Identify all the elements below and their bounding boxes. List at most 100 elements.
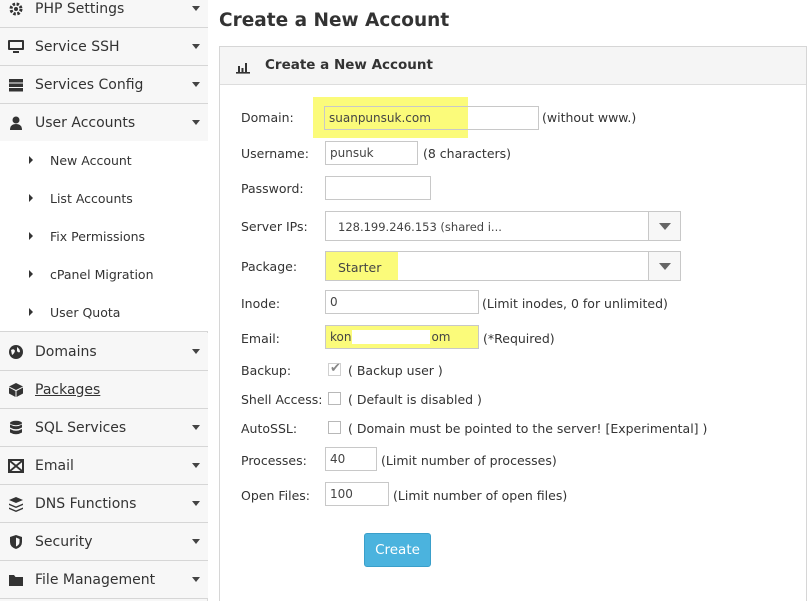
chevron-down-icon [192, 82, 200, 87]
sidebar-item-label: Security [35, 533, 93, 550]
open-files-input[interactable]: 100 [325, 482, 389, 506]
shell-access-label: Shell Access: [241, 392, 323, 407]
submenu-item-user-quota[interactable]: User Quota [0, 293, 208, 331]
sidebar-item-email[interactable]: Email [0, 447, 208, 485]
sidebar-item-domains[interactable]: Domains [0, 333, 208, 371]
sidebar-item-security[interactable]: Security [0, 523, 208, 561]
sidebar-item-sql-services[interactable]: SQL Services [0, 409, 208, 447]
open-files-value: 100 [330, 487, 353, 501]
chevron-down-icon [192, 120, 200, 125]
chevron-right-icon [29, 194, 33, 202]
checkmark-icon: ✔ [330, 361, 341, 376]
open-files-note: (Limit number of open files) [393, 488, 568, 503]
server-ips-label: Server IPs: [241, 219, 308, 234]
submenu-item-fix-permissions[interactable]: Fix Permissions [0, 217, 208, 255]
sidebar-item-label: Packages [35, 381, 101, 398]
domain-value: suanpunsuk.com [329, 111, 431, 125]
submenu-item-label: New Account [50, 152, 132, 168]
shell-access-note: ( Default is disabled ) [348, 392, 482, 407]
username-note: (8 characters) [423, 146, 512, 161]
email-label: Email: [241, 331, 280, 346]
sidebar-item-label: Domains [35, 343, 97, 360]
sidebar-item-dns-functions[interactable]: DNS Functions [0, 485, 208, 523]
user-icon [7, 114, 25, 132]
sidebar-item-label: SQL Services [35, 419, 127, 436]
panel-title: Create a New Account [265, 57, 433, 73]
inode-input[interactable]: 0 [325, 290, 479, 314]
open-files-label: Open Files: [241, 488, 311, 503]
package-label: Package: [241, 259, 298, 274]
globe-icon [7, 343, 25, 361]
submenu-item-label: Fix Permissions [50, 228, 146, 244]
database-icon [7, 419, 25, 437]
submenu-item-cpanel-migration[interactable]: cPanel Migration [0, 255, 208, 293]
chevron-down-icon [192, 425, 200, 430]
domain-input[interactable]: suanpunsuk.com [324, 106, 539, 130]
chevron-right-icon [29, 308, 33, 316]
inode-value: 0 [330, 295, 338, 309]
chevron-down-icon [192, 6, 200, 11]
shell-access-checkbox[interactable] [328, 392, 341, 405]
password-label: Password: [241, 181, 304, 196]
chevron-right-icon [29, 156, 33, 164]
submenu-item-new-account[interactable]: New Account [0, 141, 208, 179]
autossl-note: ( Domain must be pointed to the server! … [348, 421, 708, 436]
folder-icon [7, 571, 25, 589]
chevron-down-icon [192, 539, 200, 544]
sidebar-item-service-ssh[interactable]: Service SSH [0, 28, 208, 66]
server-icon [7, 76, 25, 94]
password-input[interactable] [325, 176, 431, 200]
username-value: punsuk [330, 146, 374, 160]
sidebar-item-user-accounts[interactable]: User Accounts [0, 104, 208, 142]
submenu-item-label: cPanel Migration [50, 266, 154, 282]
domain-label: Domain: [241, 110, 294, 125]
package-value: Starter [338, 260, 382, 275]
chevron-down-icon[interactable] [648, 252, 680, 280]
monitor-icon [7, 38, 25, 56]
submenu-item-list-accounts[interactable]: List Accounts [0, 179, 208, 217]
chevron-down-icon [192, 577, 200, 582]
username-input[interactable]: punsuk [325, 141, 418, 165]
chevron-down-icon [192, 44, 200, 49]
email-redaction [352, 330, 431, 344]
panel-header: Create a New Account [220, 47, 806, 85]
chevron-right-icon [29, 270, 33, 278]
sidebar-item-services-config[interactable]: Services Config [0, 66, 208, 104]
sidebar-item-label: Service SSH [35, 38, 120, 55]
backup-label: Backup: [241, 363, 292, 378]
chevron-right-icon [29, 232, 33, 240]
inode-label: Inode: [241, 296, 281, 311]
create-button[interactable]: Create [364, 533, 431, 567]
email-value-end: om [431, 330, 451, 344]
sidebar-item-label: Services Config [35, 76, 144, 93]
submenu-item-label: List Accounts [50, 190, 133, 206]
sidebar-item-label: Email [35, 457, 74, 474]
chevron-down-icon [192, 349, 200, 354]
sidebar-item-packages[interactable]: Packages [0, 371, 208, 409]
backup-note: ( Backup user ) [348, 363, 443, 378]
sidebar-item-file-management[interactable]: File Management [0, 561, 208, 599]
processes-note: (Limit number of processes) [381, 453, 557, 468]
gear-icon [7, 0, 25, 18]
autossl-checkbox[interactable] [328, 421, 341, 434]
sidebar-item-label: User Accounts [35, 114, 136, 131]
server-ips-value: 128.199.246.153 (shared i... [338, 220, 502, 234]
chevron-down-icon[interactable] [648, 212, 680, 240]
email-input[interactable]: kon om [325, 325, 479, 349]
email-note: (*Required) [483, 331, 555, 346]
backup-checkbox[interactable]: ✔ [328, 361, 341, 376]
sidebar-item-label: PHP Settings [35, 0, 125, 17]
box-icon [7, 381, 25, 399]
server-ips-select[interactable]: 128.199.246.153 (shared i... [325, 211, 681, 241]
processes-value: 40 [330, 452, 346, 466]
user-accounts-submenu: New Account List Accounts Fix Permission… [0, 141, 208, 332]
autossl-label: AutoSSL: [241, 421, 298, 436]
email-value-start: kon [330, 330, 352, 344]
package-select[interactable]: Starter [325, 251, 681, 281]
submenu-item-label: User Quota [50, 304, 121, 320]
sidebar-item-php-settings[interactable]: PHP Settings [0, 0, 208, 28]
sidebar-item-label: DNS Functions [35, 495, 137, 512]
sidebar-item-label: File Management [35, 571, 156, 588]
processes-input[interactable]: 40 [325, 447, 377, 471]
dns-icon [7, 495, 25, 513]
